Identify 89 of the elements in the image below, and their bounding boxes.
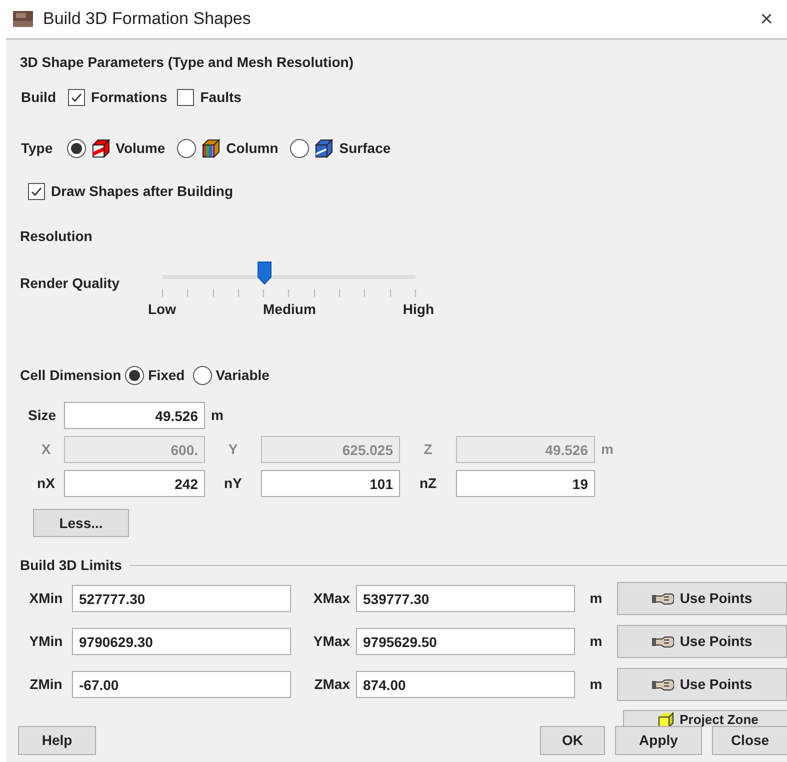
- field-label: YMax: [312, 632, 351, 651]
- tick-mark: [390, 289, 391, 297]
- dialog-button[interactable]: Close: [712, 726, 787, 755]
- cube-icon: [90, 138, 111, 159]
- input-field[interactable]: 9790629.30: [72, 628, 291, 655]
- input-field[interactable]: 242: [64, 470, 205, 497]
- field-label: nX: [36, 474, 56, 493]
- unit-label: m: [601, 440, 614, 459]
- input-field[interactable]: 539777.30: [356, 585, 575, 612]
- tick-mark: [339, 289, 340, 297]
- field-label: XMax: [312, 589, 351, 608]
- use-points-button[interactable]: Use Points: [617, 668, 787, 701]
- group-label: Resolution: [20, 227, 94, 246]
- input-field: 600.: [64, 436, 205, 463]
- tick-mark: [238, 289, 239, 297]
- project-zone-button[interactable]: Project Zone: [623, 710, 787, 727]
- slider-thumb[interactable]: [256, 261, 272, 285]
- field-label: Build: [21, 88, 56, 107]
- field-label: Size: [28, 406, 58, 425]
- group-label: Build 3D Limits: [20, 556, 122, 575]
- field-label: Cell Dimension: [20, 366, 122, 385]
- field-label: nY: [223, 474, 243, 493]
- cube-icon: [200, 138, 222, 159]
- input-field[interactable]: -67.00: [72, 671, 291, 698]
- radio-label: Volume: [116, 139, 166, 158]
- radio-button[interactable]: [125, 366, 144, 385]
- input-field[interactable]: 49.526: [64, 402, 205, 429]
- radio-label: Surface: [339, 139, 391, 158]
- close-button[interactable]: ×: [756, 8, 777, 30]
- tick-label: High: [402, 300, 434, 319]
- app-icon: [13, 11, 33, 27]
- radio-button[interactable]: [290, 139, 310, 158]
- tick-label: Medium: [263, 300, 316, 319]
- field-label: Y: [227, 440, 239, 459]
- radio-button[interactable]: [177, 139, 196, 158]
- hand-icon: [652, 634, 674, 650]
- dialog-button[interactable]: OK: [540, 726, 605, 755]
- tick-mark: [263, 289, 264, 297]
- field-label: X: [40, 440, 52, 459]
- unit-label: m: [211, 406, 224, 425]
- radio-label: Variable: [216, 366, 270, 385]
- input-field[interactable]: 527777.30: [72, 585, 291, 612]
- checkbox-label: Formations: [91, 88, 168, 107]
- tick-mark: [314, 289, 315, 297]
- tick-mark: [187, 289, 188, 297]
- tick-mark: [364, 289, 366, 297]
- window-title: Build 3D Formation Shapes: [43, 8, 252, 30]
- field-label: ZMin: [28, 675, 64, 694]
- checkbox-label: Draw Shapes after Building: [51, 182, 234, 201]
- field-label: ZMax: [313, 675, 351, 694]
- checkbox-label: Faults: [200, 88, 242, 107]
- input-field[interactable]: 101: [261, 470, 400, 497]
- checkbox[interactable]: [28, 183, 45, 200]
- use-points-button[interactable]: Use Points: [617, 625, 787, 658]
- field-label: YMin: [28, 632, 64, 651]
- field-label: Type: [21, 139, 53, 158]
- input-field: 49.526: [456, 436, 595, 463]
- check-icon: [70, 91, 83, 104]
- checkbox[interactable]: [68, 89, 85, 106]
- unit-label: m: [588, 675, 604, 694]
- field-label: XMin: [28, 589, 64, 608]
- tick-mark: [162, 289, 163, 297]
- radio-button[interactable]: [66, 139, 86, 158]
- tick-mark: [212, 289, 214, 297]
- dialog-button[interactable]: Apply: [615, 726, 702, 755]
- input-field[interactable]: 19: [456, 470, 595, 497]
- tick-mark: [414, 289, 416, 297]
- check-icon: [30, 185, 43, 198]
- less-button[interactable]: Less...: [33, 509, 129, 537]
- unit-label: m: [588, 589, 604, 608]
- tick-label: Low: [148, 300, 176, 319]
- field-label: Z: [422, 440, 434, 459]
- use-points-button[interactable]: Use Points: [617, 582, 787, 615]
- input-field[interactable]: 874.00: [356, 671, 575, 698]
- hand-icon: [652, 590, 674, 606]
- radio-button[interactable]: [192, 366, 212, 385]
- input-field[interactable]: 9795629.50: [356, 628, 575, 655]
- unit-label: m: [588, 632, 604, 651]
- input-field: 625.025: [261, 436, 400, 463]
- tick-mark: [288, 289, 290, 297]
- field-label: nZ: [418, 474, 438, 493]
- radio-label: Fixed: [148, 366, 185, 385]
- hand-icon: [652, 676, 674, 692]
- checkbox[interactable]: [177, 89, 194, 106]
- cube-icon: [313, 138, 334, 159]
- section-title: 3D Shape Parameters (Type and Mesh Resolution): [20, 53, 354, 72]
- radio-label: Column: [226, 139, 278, 158]
- slider-label: Render Quality: [20, 274, 121, 293]
- dialog-button[interactable]: Help: [18, 726, 96, 755]
